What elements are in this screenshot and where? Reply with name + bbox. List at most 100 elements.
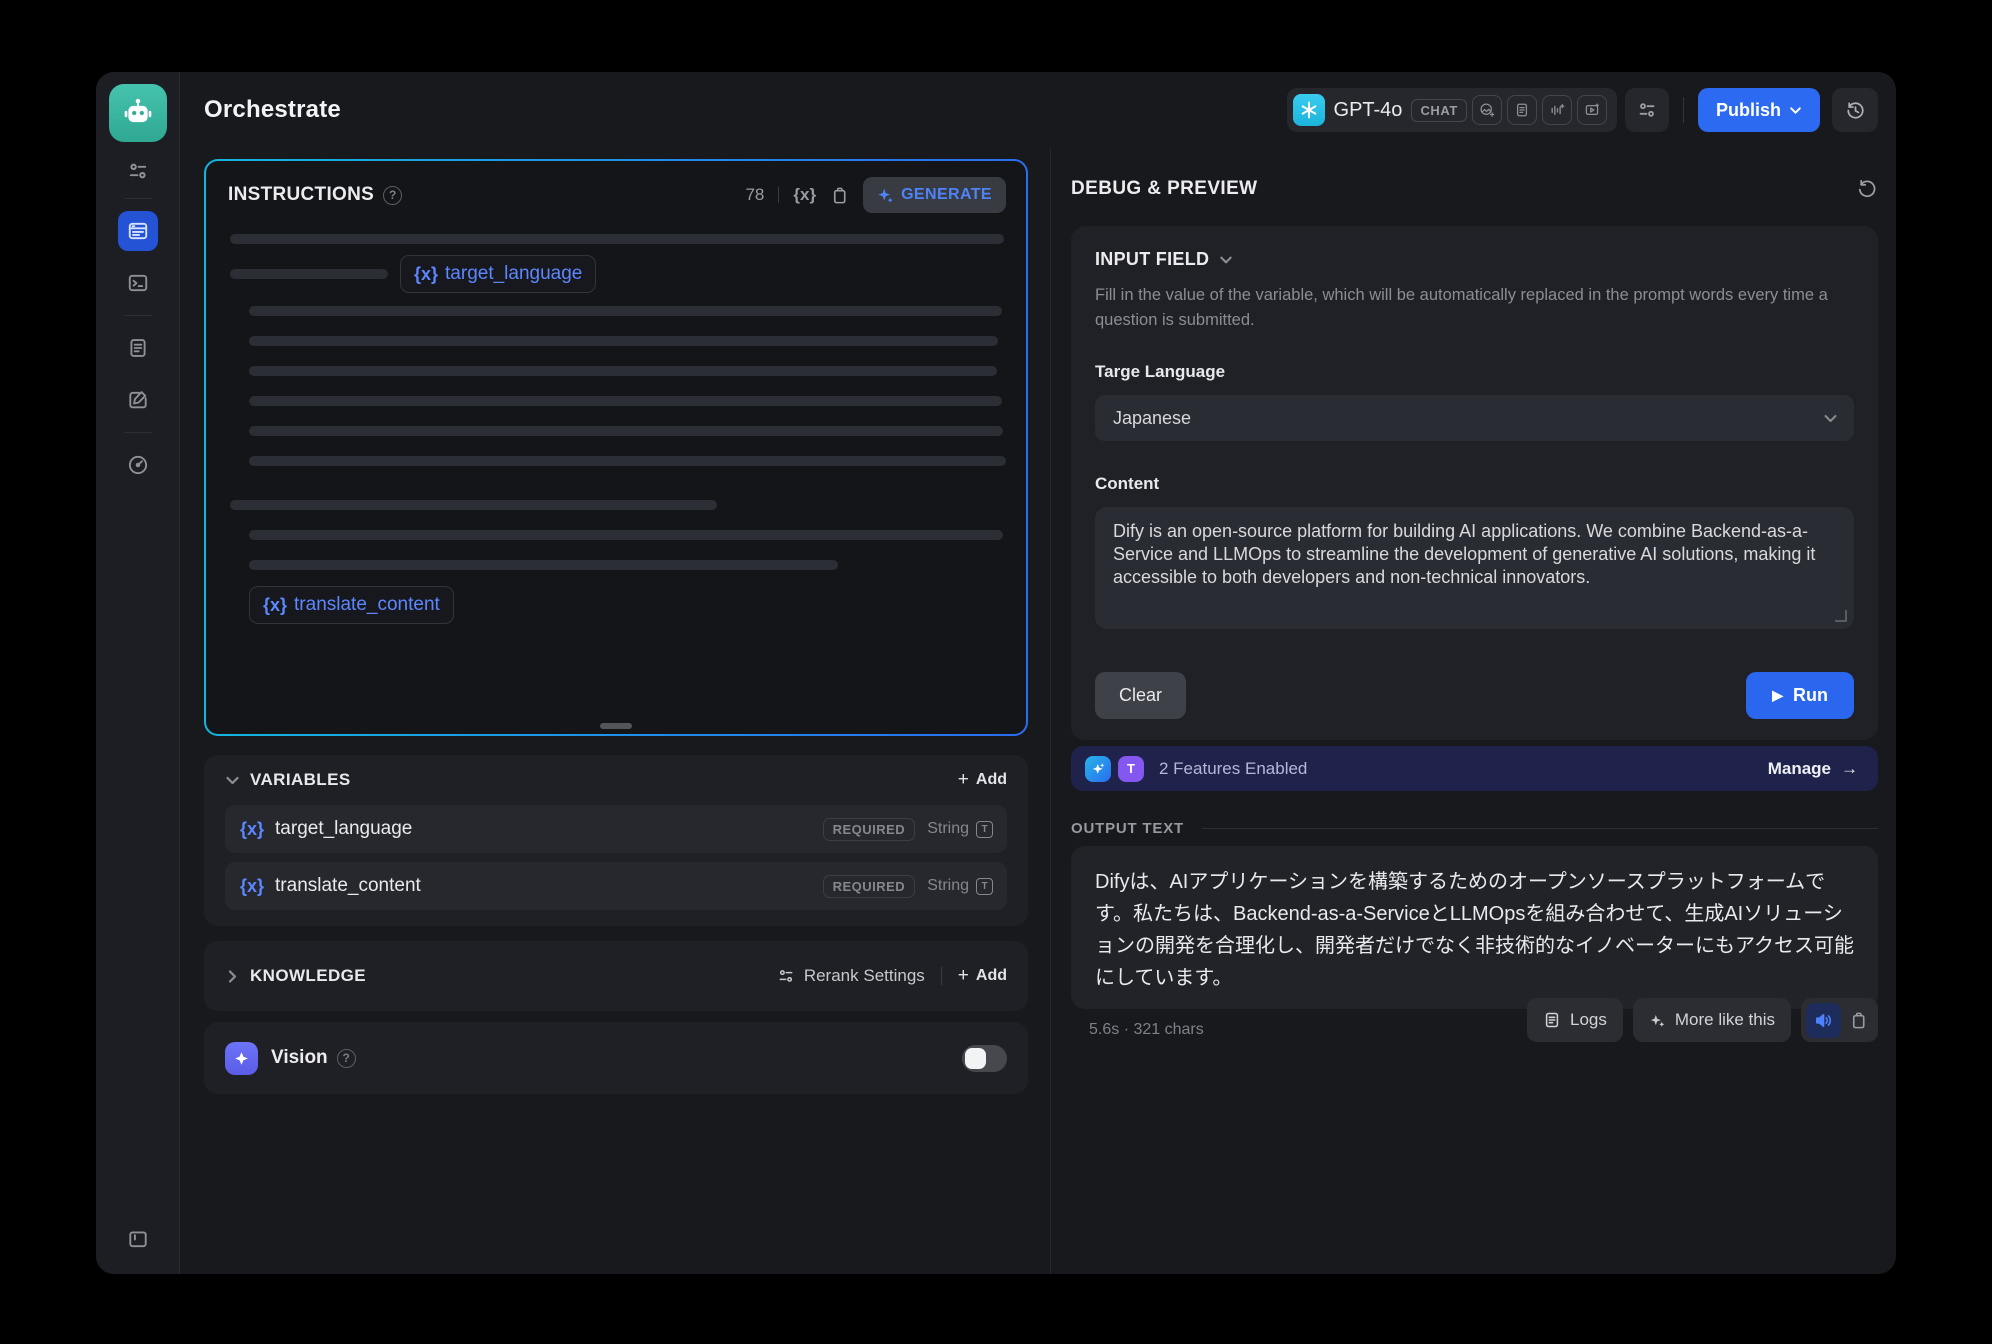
model-mode-badge: CHAT <box>1411 99 1467 122</box>
version-history-button[interactable] <box>1832 88 1878 132</box>
variable-chip-target-language[interactable]: {x} target_language <box>400 255 596 293</box>
prompt-editor[interactable]: {x} target_language <box>206 213 1026 734</box>
skeleton-line <box>249 560 838 570</box>
logs-button[interactable]: Logs <box>1527 998 1623 1042</box>
add-knowledge-button[interactable]: +Add <box>958 965 1007 987</box>
knowledge-section: KNOWLEDGE Rerank Settings +Add <box>204 941 1028 1011</box>
string-type-icon[interactable]: T <box>976 821 993 838</box>
manage-features-button[interactable]: Manage → <box>1768 759 1858 779</box>
skeleton-line <box>249 306 1002 316</box>
section-divider <box>941 967 942 985</box>
skeleton-line <box>249 366 997 376</box>
skeleton-line <box>249 426 1003 436</box>
vision-toggle[interactable] <box>962 1045 1007 1072</box>
variable-token: {x} <box>263 595 287 616</box>
skeleton-line <box>230 234 1004 244</box>
document-capability-icon <box>1507 95 1537 125</box>
debug-preview-title: DEBUG & PREVIEW <box>1071 178 1258 200</box>
clear-button[interactable]: Clear <box>1095 672 1186 719</box>
sidebar-rail <box>96 72 180 1274</box>
skeleton-line <box>249 456 1006 466</box>
sparkle-icon <box>1649 1012 1666 1029</box>
publish-button[interactable]: Publish <box>1698 88 1820 132</box>
instructions-title: INSTRUCTIONS <box>228 184 374 206</box>
features-enabled-bar[interactable]: T 2 Features Enabled Manage → <box>1071 746 1878 791</box>
speaker-icon[interactable] <box>1806 1003 1841 1038</box>
panel-resize-handle[interactable] <box>600 723 632 729</box>
input-field-title: INPUT FIELD <box>1095 249 1209 270</box>
chevron-down-icon <box>1219 253 1233 267</box>
app-window: Orchestrate GPT-4o CHAT <box>96 72 1896 1274</box>
rerank-settings-button[interactable]: Rerank Settings <box>777 966 925 986</box>
vision-capability-icon <box>1472 95 1502 125</box>
toggle-knob <box>965 1048 986 1069</box>
string-type-icon[interactable]: T <box>976 878 993 895</box>
collapse-sidebar-icon[interactable] <box>123 1224 153 1254</box>
variable-row[interactable]: {x} translate_content REQUIRED StringT <box>225 862 1007 910</box>
variables-section: VARIABLES +Add {x} target_language REQUI… <box>204 755 1028 926</box>
char-count: 78 <box>745 185 764 205</box>
openai-logo-icon <box>1293 94 1325 126</box>
input-field-description: Fill in the value of the variable, which… <box>1095 283 1853 333</box>
variable-token: {x} <box>240 819 264 840</box>
copy-prompt-icon[interactable] <box>830 186 849 205</box>
required-badge: REQUIRED <box>823 875 916 898</box>
output-stats: 5.6s · 321 chars <box>1089 1021 1204 1039</box>
model-parameters-button[interactable] <box>1625 88 1669 132</box>
video-capability-icon <box>1577 95 1607 125</box>
insert-variable-button[interactable]: {x} <box>793 185 816 205</box>
vision-help-icon[interactable]: ? <box>337 1049 356 1068</box>
text-to-speech-icon: T <box>1118 756 1144 782</box>
generate-button[interactable]: GENERATE <box>863 177 1006 213</box>
target-language-select[interactable]: Japanese <box>1095 395 1854 441</box>
model-selector[interactable]: GPT-4o CHAT <box>1287 88 1617 132</box>
app-avatar-robot-icon[interactable] <box>109 84 167 142</box>
conversation-opener-icon <box>1085 756 1111 782</box>
required-badge: REQUIRED <box>823 818 916 841</box>
sidebar-item-orchestrate[interactable] <box>118 211 158 251</box>
vision-label: Vision <box>271 1047 328 1069</box>
skeleton-line <box>249 396 1002 406</box>
play-icon: ▶ <box>1772 687 1783 704</box>
orchestrate-panel: INSTRUCTIONS ? 78 {x} GENERATE <box>180 148 1050 1274</box>
rail-divider <box>124 198 152 199</box>
run-button[interactable]: ▶ Run <box>1746 672 1854 719</box>
variable-row[interactable]: {x} target_language REQUIRED StringT <box>225 805 1007 853</box>
plus-icon: + <box>958 965 969 987</box>
add-variable-button[interactable]: +Add <box>958 769 1007 791</box>
vision-feature-icon <box>225 1042 258 1075</box>
output-text-label: OUTPUT TEXT <box>1071 820 1184 837</box>
page-title: Orchestrate <box>204 96 341 124</box>
copy-output-icon[interactable] <box>1849 1011 1868 1030</box>
audio-capability-icon <box>1542 95 1572 125</box>
sidebar-item-annotation[interactable] <box>118 380 158 420</box>
variable-chip-translate-content[interactable]: {x} translate_content <box>249 586 454 624</box>
rail-divider <box>124 432 152 433</box>
chevron-right-icon[interactable] <box>225 969 240 984</box>
model-name: GPT-4o <box>1334 99 1403 122</box>
skeleton-line <box>230 500 717 510</box>
audio-copy-group <box>1801 998 1878 1042</box>
input-field-card: INPUT FIELD Fill in the value of the var… <box>1071 226 1878 740</box>
rail-divider <box>124 315 152 316</box>
orchestrate-settings-icon[interactable] <box>123 156 153 186</box>
vision-section: Vision ? <box>204 1022 1028 1094</box>
sidebar-item-monitoring[interactable] <box>118 445 158 485</box>
instructions-help-icon[interactable]: ? <box>383 186 402 205</box>
sidebar-item-terminal[interactable] <box>118 263 158 303</box>
variable-token: {x} <box>240 876 264 897</box>
chevron-down-icon[interactable] <box>225 773 240 788</box>
more-like-this-button[interactable]: More like this <box>1633 998 1791 1042</box>
instructions-panel: INSTRUCTIONS ? 78 {x} GENERATE <box>204 159 1028 736</box>
skeleton-line <box>249 530 1003 540</box>
skeleton-line <box>249 336 998 346</box>
content-textarea[interactable]: Dify is an open-source platform for buil… <box>1095 507 1854 629</box>
debug-preview-panel: DEBUG & PREVIEW INPUT FIELD Fill in the … <box>1050 148 1896 1274</box>
chevron-down-icon <box>1823 411 1838 426</box>
sidebar-item-logs[interactable] <box>118 328 158 368</box>
topbar-divider <box>1683 97 1684 123</box>
restart-icon[interactable] <box>1856 178 1878 200</box>
knowledge-title: KNOWLEDGE <box>250 966 366 986</box>
output-divider-rule <box>1202 828 1878 829</box>
input-field-collapse[interactable]: INPUT FIELD <box>1095 249 1854 270</box>
